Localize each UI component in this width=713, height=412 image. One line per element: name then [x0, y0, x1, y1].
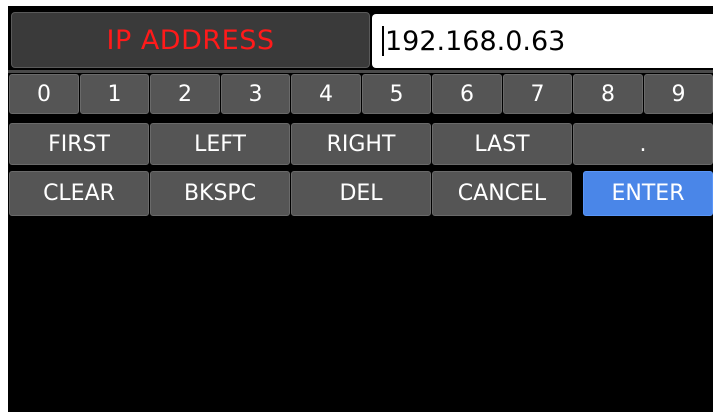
ip-address-value: 192.168.0.63 — [385, 25, 566, 57]
right-button[interactable]: RIGHT — [291, 123, 431, 165]
key-5[interactable]: 5 — [362, 74, 431, 114]
clear-button[interactable]: CLEAR — [9, 171, 149, 216]
divider — [8, 70, 713, 73]
keypad-screen: IP ADDRESS 192.168.0.63 0 1 2 3 4 5 6 7 … — [8, 6, 713, 412]
key-0[interactable]: 0 — [9, 74, 79, 114]
key-4[interactable]: 4 — [291, 74, 361, 114]
last-button[interactable]: LAST — [432, 123, 572, 165]
field-label: IP ADDRESS — [11, 12, 370, 68]
backspace-button[interactable]: BKSPC — [150, 171, 290, 216]
enter-button[interactable]: ENTER — [583, 171, 713, 216]
cancel-button[interactable]: CANCEL — [432, 171, 572, 216]
key-1[interactable]: 1 — [80, 74, 149, 114]
text-cursor — [382, 26, 384, 56]
dot-button[interactable]: . — [573, 123, 713, 165]
key-7[interactable]: 7 — [503, 74, 572, 114]
key-2[interactable]: 2 — [150, 74, 220, 114]
key-8[interactable]: 8 — [573, 74, 643, 114]
ip-address-input[interactable]: 192.168.0.63 — [372, 14, 713, 68]
left-button[interactable]: LEFT — [150, 123, 290, 165]
first-button[interactable]: FIRST — [9, 123, 149, 165]
key-3[interactable]: 3 — [221, 74, 290, 114]
key-9[interactable]: 9 — [644, 74, 713, 114]
key-6[interactable]: 6 — [432, 74, 502, 114]
delete-button[interactable]: DEL — [291, 171, 431, 216]
